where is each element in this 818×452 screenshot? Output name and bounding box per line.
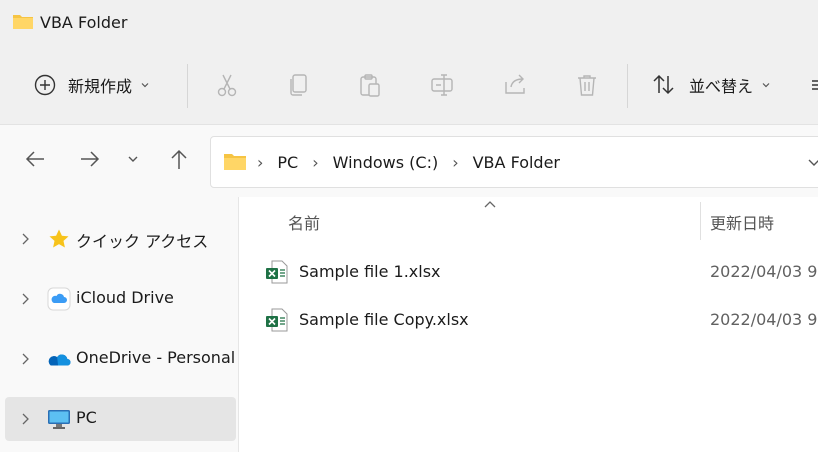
chevron-right-icon: › bbox=[452, 152, 459, 172]
sidebar-item-icloud[interactable]: iCloud Drive bbox=[5, 277, 236, 321]
sort-button[interactable]: 並べ替え bbox=[651, 46, 771, 124]
arrow-right-icon bbox=[81, 151, 100, 167]
list-view-icon bbox=[812, 80, 818, 90]
up-button[interactable] bbox=[165, 145, 193, 173]
address-dropdown-icon[interactable] bbox=[807, 155, 818, 169]
copy-button[interactable] bbox=[286, 46, 312, 124]
new-button-label: 新規作成 bbox=[68, 77, 133, 96]
breadcrumb-item-folder[interactable]: VBA Folder bbox=[473, 153, 560, 172]
title-bar: VBA Folder bbox=[0, 0, 818, 46]
share-icon bbox=[505, 74, 525, 94]
chevron-down-icon bbox=[762, 83, 770, 88]
column-header-date[interactable]: 更新日時 bbox=[710, 210, 774, 234]
copy-icon bbox=[290, 74, 307, 96]
back-button[interactable] bbox=[21, 145, 49, 173]
chevron-down-icon bbox=[141, 83, 149, 88]
breadcrumb: › PC › Windows (C:) › VBA Folder bbox=[257, 137, 574, 187]
window-title: VBA Folder bbox=[40, 13, 128, 32]
arrow-left-icon bbox=[25, 151, 44, 167]
sidebar-item-label: iCloud Drive bbox=[76, 288, 174, 307]
folder-icon bbox=[12, 12, 34, 34]
chevron-right-icon: › bbox=[257, 152, 264, 172]
rename-icon bbox=[431, 74, 453, 96]
sidebar-item-quick-access[interactable]: クイック アクセス bbox=[5, 217, 236, 261]
table-row[interactable]: Sample file 1.xlsx 2022/04/03 9 bbox=[266, 252, 818, 292]
forward-button[interactable] bbox=[76, 145, 104, 173]
delete-button[interactable] bbox=[574, 46, 600, 124]
toolbar-divider bbox=[627, 64, 628, 108]
rename-button[interactable] bbox=[429, 46, 455, 124]
sort-ascending-icon bbox=[484, 201, 496, 208]
sort-button-label: 並べ替え bbox=[689, 77, 754, 96]
chevron-right-icon[interactable] bbox=[20, 352, 30, 366]
file-date: 2022/04/03 9 bbox=[710, 262, 818, 281]
address-bar[interactable]: › PC › Windows (C:) › VBA Folder bbox=[210, 136, 818, 188]
arrow-up-icon bbox=[171, 149, 187, 169]
chevron-down-icon bbox=[128, 156, 138, 162]
paste-icon bbox=[360, 74, 380, 97]
delete-icon bbox=[578, 75, 596, 96]
chevron-right-icon[interactable] bbox=[20, 292, 30, 306]
view-button[interactable] bbox=[812, 46, 818, 124]
table-row[interactable]: Sample file Copy.xlsx 2022/04/03 9 bbox=[266, 300, 818, 340]
breadcrumb-item-drive[interactable]: Windows (C:) bbox=[333, 153, 439, 172]
chevron-right-icon[interactable] bbox=[20, 232, 30, 246]
cut-icon bbox=[217, 74, 237, 97]
sort-icon bbox=[653, 74, 674, 95]
file-date: 2022/04/03 9 bbox=[710, 310, 818, 329]
toolbar-divider bbox=[187, 64, 188, 108]
recent-locations-button[interactable] bbox=[119, 145, 147, 173]
excel-file-icon bbox=[266, 308, 288, 336]
sidebar-item-label: PC bbox=[76, 408, 97, 427]
sidebar-item-label: OneDrive - Personal bbox=[76, 348, 236, 367]
column-divider[interactable] bbox=[700, 202, 701, 240]
file-list: 名前 更新日時 Sample file 1.xlsx 2022/04/03 9 … bbox=[239, 197, 818, 452]
pc-icon bbox=[47, 407, 71, 431]
plus-circle-icon bbox=[34, 74, 56, 96]
sidebar-item-onedrive[interactable]: OneDrive - Personal bbox=[5, 337, 236, 381]
file-name: Sample file Copy.xlsx bbox=[299, 310, 469, 329]
share-button[interactable] bbox=[502, 46, 528, 124]
cut-button[interactable] bbox=[214, 46, 240, 124]
breadcrumb-item-pc[interactable]: PC bbox=[277, 153, 298, 172]
sidebar-item-label: クイック アクセス bbox=[76, 232, 209, 251]
navigation-pane: クイック アクセス iCloud Drive OneDrive - Person… bbox=[0, 197, 239, 452]
file-name: Sample file 1.xlsx bbox=[299, 262, 441, 281]
chevron-right-icon: › bbox=[312, 152, 319, 172]
command-bar: 新規作成 並べ替え bbox=[0, 46, 818, 125]
paste-button[interactable] bbox=[357, 46, 383, 124]
column-header-name[interactable]: 名前 bbox=[288, 210, 320, 234]
new-button[interactable]: 新規作成 bbox=[34, 46, 150, 124]
star-icon bbox=[47, 227, 71, 251]
onedrive-icon bbox=[47, 347, 71, 371]
chevron-right-icon[interactable] bbox=[20, 412, 30, 426]
sidebar-item-pc[interactable]: PC bbox=[5, 397, 236, 441]
icloud-icon bbox=[47, 287, 71, 311]
excel-file-icon bbox=[266, 260, 288, 288]
folder-icon bbox=[223, 151, 247, 175]
